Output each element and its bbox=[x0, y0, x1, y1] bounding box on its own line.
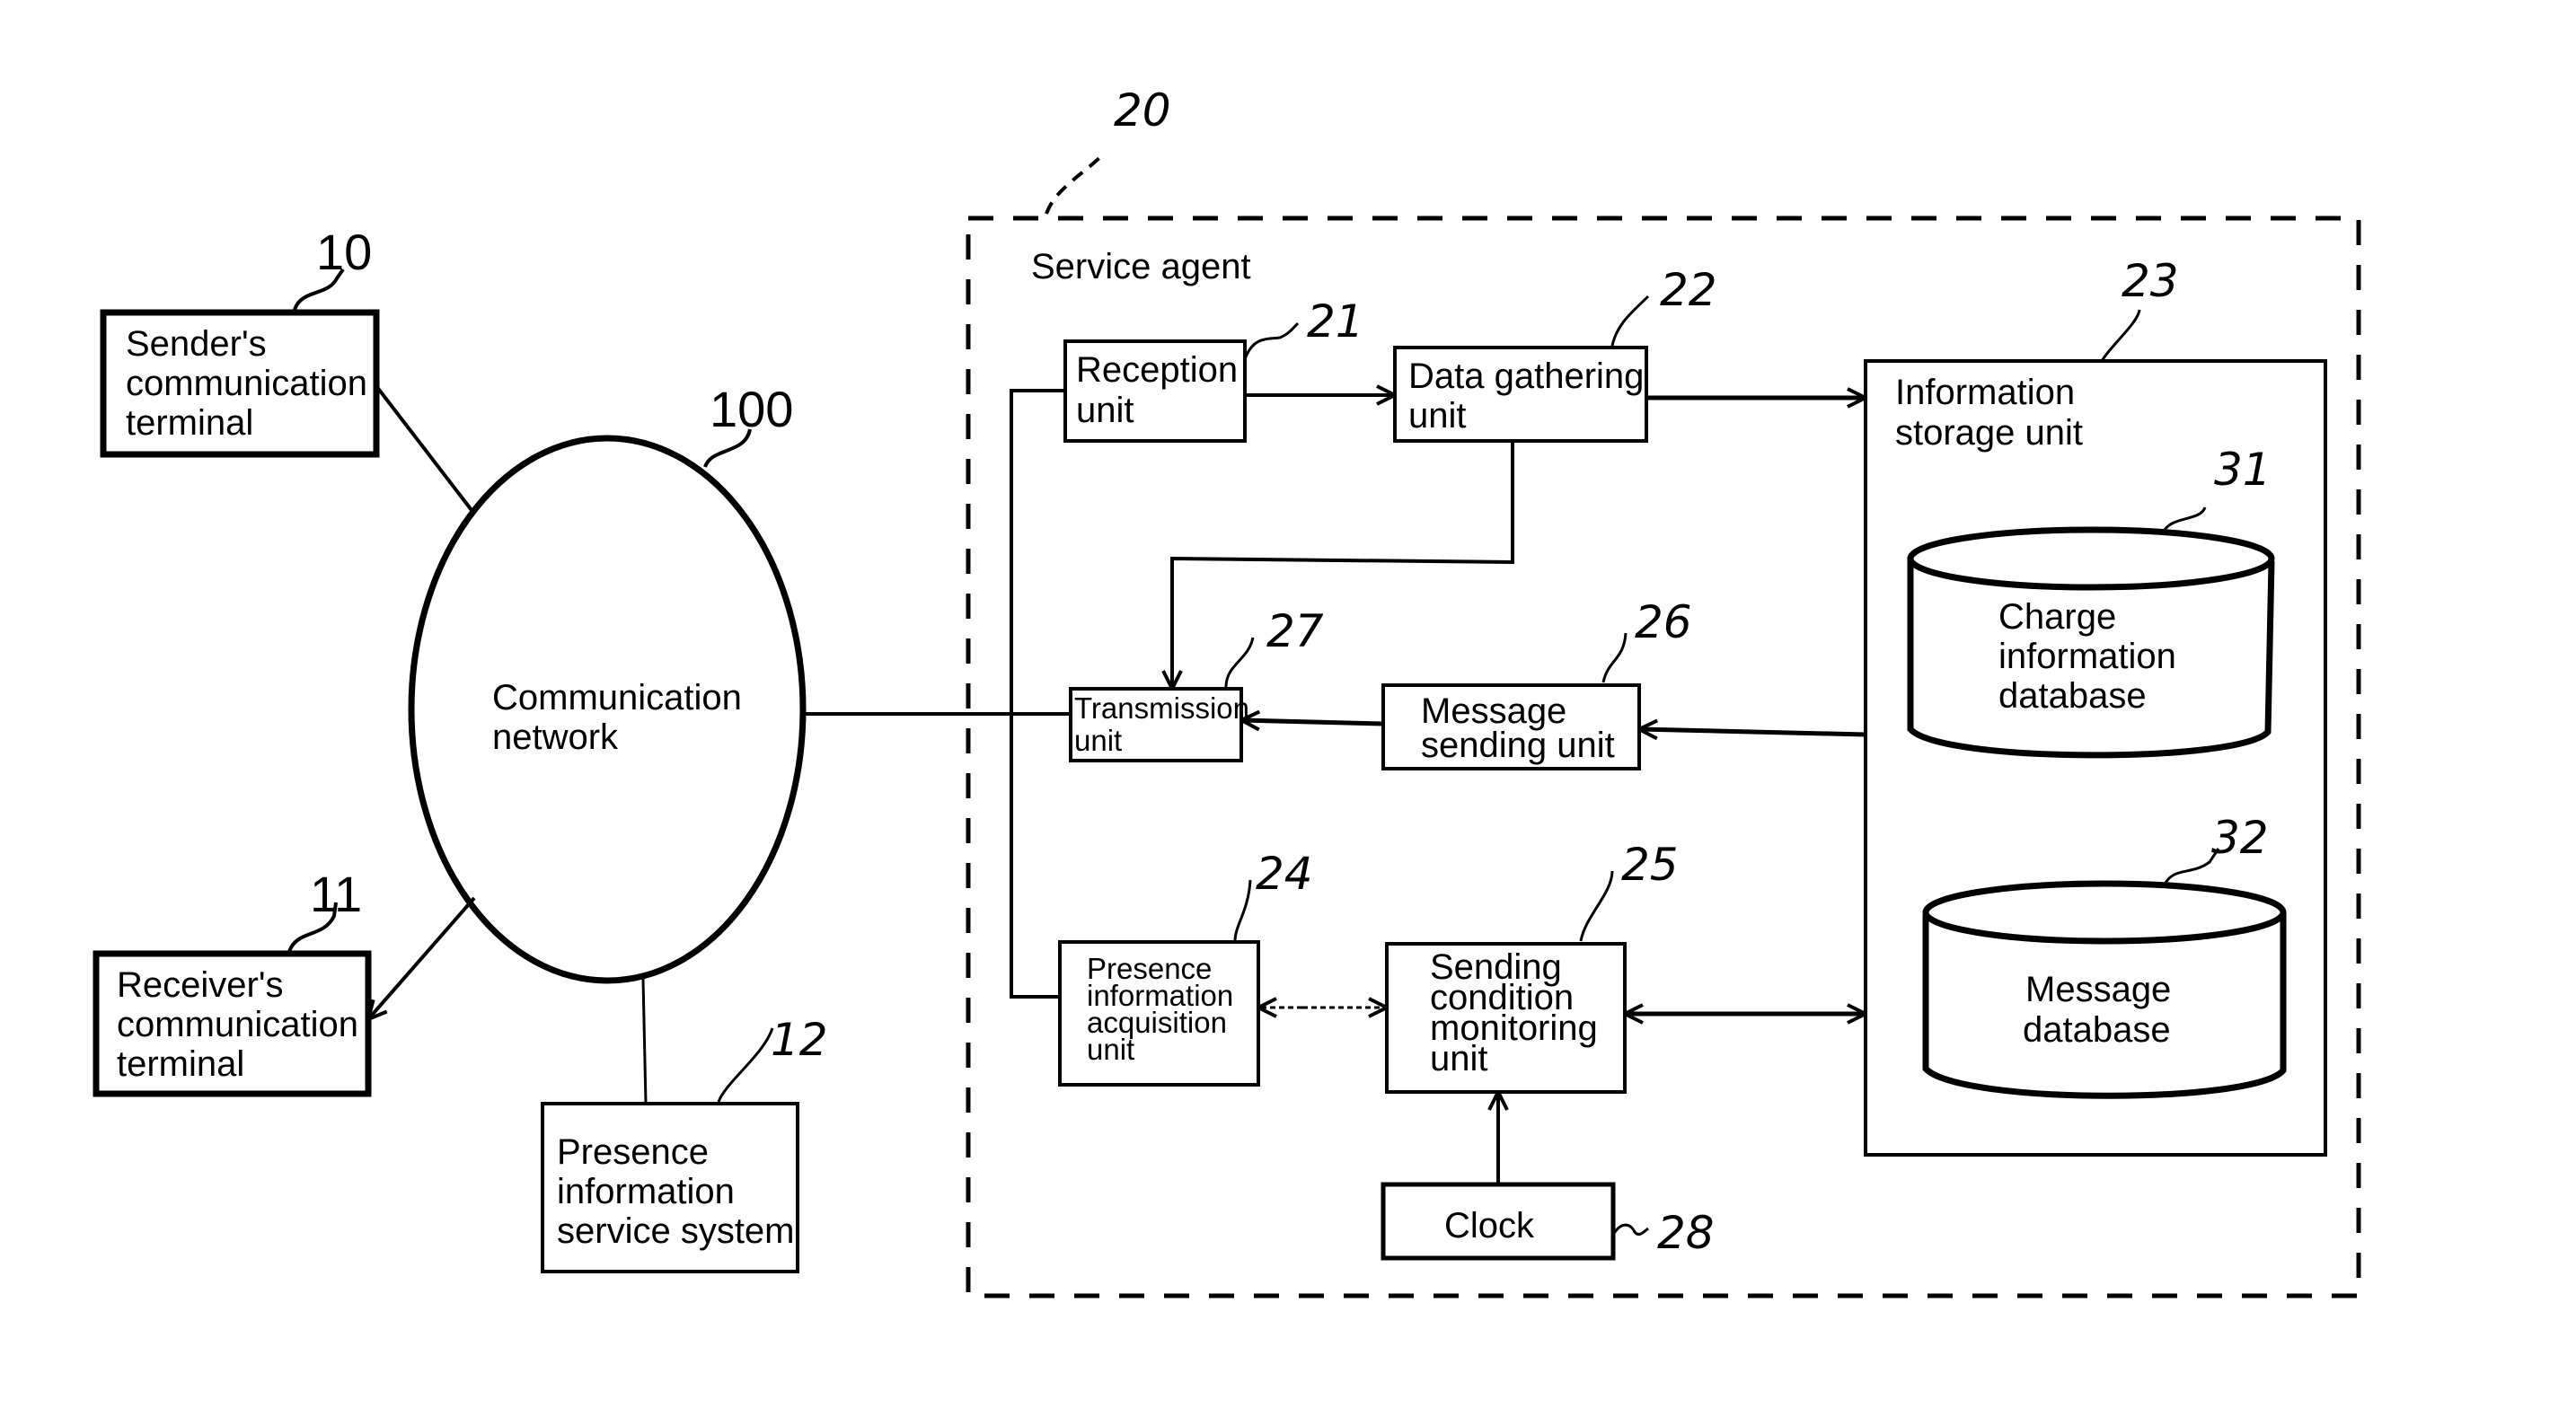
arrow-storage-to-message-sending bbox=[1639, 729, 1866, 735]
info-storage-label-2: storage unit bbox=[1895, 413, 2083, 453]
data-gathering-ref: 22 bbox=[1660, 264, 1717, 316]
clock-ref-leader bbox=[1611, 1223, 1649, 1236]
sender-terminal: Sender's communication terminal bbox=[100, 309, 380, 458]
transmission-ref: 27 bbox=[1266, 605, 1324, 657]
message-sending-ref: 26 bbox=[1635, 596, 1692, 648]
arrow-message-sending-to-transmission bbox=[1241, 720, 1384, 724]
sending-condition-label-4: unit bbox=[1430, 1039, 1488, 1078]
message-db-label-1: Message bbox=[2025, 970, 2171, 1009]
message-sending-ref-leader bbox=[1601, 632, 1628, 683]
network-label-1: Communication bbox=[492, 678, 742, 717]
link-sender-network bbox=[375, 384, 476, 515]
presence-service-ref-leader bbox=[717, 1027, 774, 1103]
transmission-label-1: Transmission bbox=[1074, 691, 1249, 725]
presence-service-label-1: Presence bbox=[557, 1132, 709, 1172]
reception-ref: 21 bbox=[1307, 295, 1364, 348]
sending-condition-ref-leader bbox=[1579, 870, 1614, 942]
charge-db-label-3: database bbox=[1998, 676, 2147, 716]
data-gathering-ref-leader bbox=[1610, 295, 1650, 347]
line-reception-to-presence-acq bbox=[1010, 389, 1065, 999]
charge-information-database: Charge information database bbox=[1907, 526, 2275, 759]
sending-condition-ref: 25 bbox=[1621, 839, 1679, 891]
transmission-unit: Transmission unit bbox=[1069, 687, 1249, 762]
message-sending-unit: Message sending unit bbox=[1381, 683, 1641, 770]
arrow-data-gathering-to-transmission bbox=[1172, 441, 1514, 689]
reception-ref-leader bbox=[1243, 321, 1300, 360]
reception-label-1: Reception bbox=[1076, 350, 1238, 390]
message-database: Message database bbox=[1922, 880, 2287, 1099]
service-agent-ref: 20 bbox=[1114, 84, 1171, 136]
presence-service-ref: 12 bbox=[771, 1014, 828, 1066]
presence-acquisition-unit: Presence information acquisition unit bbox=[1058, 940, 1260, 1087]
block-diagram: Sender's communication terminal 10 Recei… bbox=[93, 84, 2361, 1298]
presence-acq-label-4: unit bbox=[1087, 1033, 1134, 1066]
presence-service-label-3: service system bbox=[557, 1211, 795, 1251]
presence-acq-ref: 24 bbox=[1256, 848, 1313, 900]
message-sending-label-2: sending unit bbox=[1421, 726, 1615, 765]
reception-label-2: unit bbox=[1076, 391, 1134, 430]
data-gathering-unit: Data gathering unit bbox=[1393, 346, 1648, 443]
presence-service-label-2: information bbox=[557, 1172, 735, 1211]
info-storage-label-1: Information bbox=[1895, 373, 2075, 412]
network-ref: 100 bbox=[710, 381, 793, 437]
transmission-label-2: unit bbox=[1074, 724, 1122, 757]
sender-label-3: terminal bbox=[126, 403, 253, 443]
data-gathering-label-2: unit bbox=[1408, 396, 1467, 436]
receiver-ref: 11 bbox=[310, 866, 362, 922]
reception-unit: Reception unit bbox=[1063, 339, 1247, 443]
clock-ref: 28 bbox=[1657, 1207, 1715, 1259]
service-agent-ref-leader bbox=[1045, 153, 1105, 215]
communication-network: Communication network bbox=[408, 435, 807, 984]
charge-db-ref: 31 bbox=[2214, 444, 2272, 496]
clock-unit: Clock bbox=[1381, 1182, 1616, 1261]
sending-condition-monitoring-unit: Sending condition monitoring unit bbox=[1385, 942, 1627, 1094]
receiver-label-2: communication bbox=[117, 1005, 358, 1044]
presence-acq-ref-leader bbox=[1233, 879, 1252, 942]
receiver-terminal: Receiver's communication terminal bbox=[93, 950, 372, 1097]
sender-label-2: communication bbox=[126, 364, 367, 403]
sender-ref: 10 bbox=[316, 224, 372, 280]
charge-db-ref-leader bbox=[2163, 506, 2207, 531]
sender-label-1: Sender's bbox=[126, 324, 267, 364]
receiver-label-3: terminal bbox=[117, 1044, 244, 1084]
message-db-label-2: database bbox=[2023, 1010, 2171, 1050]
receiver-label-1: Receiver's bbox=[117, 965, 283, 1005]
service-agent-title: Service agent bbox=[1031, 247, 1251, 286]
data-gathering-label-1: Data gathering bbox=[1408, 356, 1644, 396]
link-network-receiver bbox=[368, 896, 476, 1019]
clock-label: Clock bbox=[1444, 1206, 1535, 1246]
presence-service-system: Presence information service system bbox=[541, 1102, 799, 1273]
charge-db-label-2: information bbox=[1998, 637, 2176, 676]
charge-db-label-1: Charge bbox=[1998, 597, 2116, 637]
link-network-presence-service bbox=[641, 978, 648, 1105]
info-storage-ref: 23 bbox=[2122, 255, 2179, 307]
transmission-ref-leader bbox=[1224, 637, 1255, 688]
message-db-ref-leader bbox=[2163, 848, 2220, 885]
message-db-ref: 32 bbox=[2211, 812, 2269, 864]
network-label-2: network bbox=[492, 717, 619, 757]
info-storage-ref-leader bbox=[2100, 309, 2141, 362]
